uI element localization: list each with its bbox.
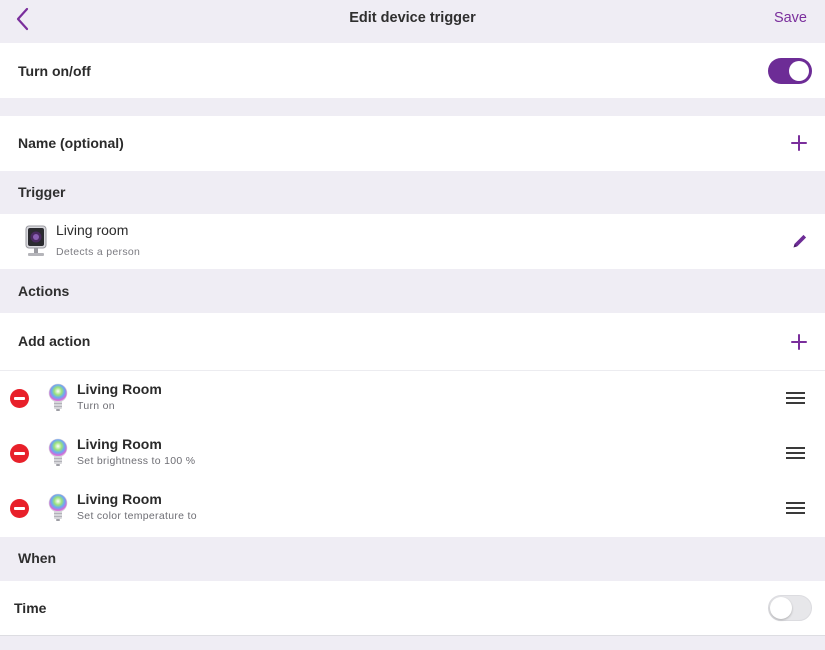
drag-handle-icon[interactable] [786, 502, 805, 516]
trigger-description: Detects a person [56, 246, 141, 258]
save-button[interactable]: Save [774, 10, 807, 26]
pencil-icon[interactable] [791, 232, 809, 250]
action-subtitle: Set color temperature to [77, 510, 197, 522]
trigger-section-title: Trigger [18, 184, 66, 200]
divider [0, 635, 825, 636]
actions-section-title: Actions [18, 283, 70, 299]
remove-action-button[interactable] [10, 499, 29, 518]
remove-action-button[interactable] [10, 444, 29, 463]
add-name-plus-icon[interactable] [791, 135, 807, 151]
time-toggle[interactable] [768, 595, 812, 621]
when-section-title: When [18, 550, 57, 566]
add-action-label[interactable]: Add action [18, 333, 90, 349]
name-row[interactable]: Name (optional) [0, 116, 825, 171]
toggle-knob [770, 597, 792, 619]
action-subtitle: Set brightness to 100 % [77, 455, 196, 467]
light-bulb-icon [48, 438, 68, 466]
action-row[interactable]: Living Room Set color temperature to [0, 481, 825, 536]
remove-action-button[interactable] [10, 389, 29, 408]
toggle-knob [789, 61, 809, 81]
time-label: Time [14, 600, 47, 616]
add-action-plus-icon[interactable] [791, 334, 807, 350]
camera-icon [25, 225, 47, 256]
time-row[interactable]: Time [0, 581, 825, 635]
page-title: Edit device trigger [349, 10, 476, 26]
action-title: Living Room [77, 491, 162, 507]
turn-on-off-row: Turn on/off [0, 43, 825, 98]
header-bar: Edit device trigger Save [0, 0, 825, 41]
drag-handle-icon[interactable] [786, 392, 805, 406]
action-row[interactable]: Living Room Set brightness to 100 % [0, 426, 825, 481]
action-subtitle: Turn on [77, 400, 115, 412]
light-bulb-icon [48, 493, 68, 521]
drag-handle-icon[interactable] [786, 447, 805, 461]
name-label: Name (optional) [18, 135, 124, 151]
action-row[interactable]: Living Room Turn on [0, 371, 825, 426]
light-bulb-icon [48, 383, 68, 411]
action-title: Living Room [77, 381, 162, 397]
turn-on-off-toggle[interactable] [768, 58, 812, 84]
action-title: Living Room [77, 436, 162, 452]
trigger-device-name: Living room [56, 222, 129, 238]
turn-on-off-label: Turn on/off [18, 63, 91, 79]
